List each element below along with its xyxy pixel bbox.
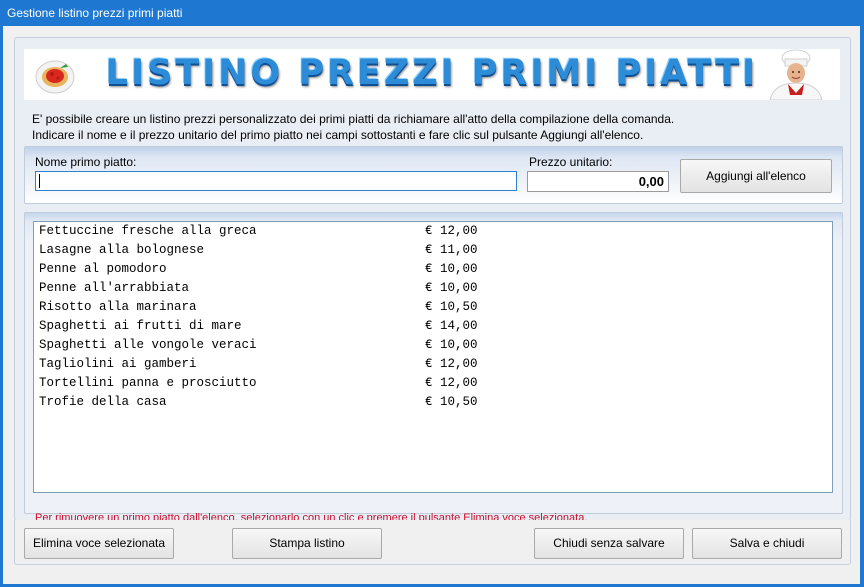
list-item-price: € 10,50 (425, 395, 478, 409)
print-list-button[interactable]: Stampa listino (232, 528, 382, 559)
dish-name-label: Nome primo piatto: (35, 155, 137, 169)
instructions-line-1: E' possibile creare un listino prezzi pe… (32, 112, 675, 126)
list-item-name: Spaghetti alle vongole veraci (39, 338, 257, 352)
close-without-saving-button[interactable]: Chiudi senza salvare (534, 528, 684, 559)
list-item-name: Penne al pomodoro (39, 262, 167, 276)
dish-name-input[interactable] (35, 171, 517, 191)
instructions-line-2: Indicare il nome e il prezzo unitario de… (32, 128, 644, 142)
list-item-price: € 10,00 (425, 281, 478, 295)
price-list-panel: Fettuccine fresche alla greca € 12,00 La… (24, 212, 843, 514)
app-window: Gestione listino prezzi primi piatti LIS… (0, 0, 864, 587)
list-item-price: € 12,00 (425, 357, 478, 371)
delete-selected-button[interactable]: Elimina voce selezionata (24, 528, 174, 559)
list-item-name: Fettuccine fresche alla greca (39, 224, 257, 238)
list-item-price: € 12,00 (425, 376, 478, 390)
window-title: Gestione listino prezzi primi piatti (7, 6, 183, 20)
list-item-name: Lasagne alla bolognese (39, 243, 205, 257)
save-and-close-button[interactable]: Salva e chiudi (692, 528, 842, 559)
client-area: LISTINO PREZZI PRIMI PIATTI E' possibile… (3, 26, 860, 584)
list-item-price: € 12,00 (425, 224, 478, 238)
list-item-name: Penne all'arrabbiata (39, 281, 190, 295)
banner-title: LISTINO PREZZI PRIMI PIATTI (105, 53, 759, 93)
list-item-price: € 11,00 (425, 243, 478, 257)
banner: LISTINO PREZZI PRIMI PIATTI (24, 49, 840, 100)
price-list[interactable]: Fettuccine fresche alla greca € 12,00 La… (33, 221, 833, 493)
add-item-form: Nome primo piatto: Prezzo unitario: 0,00… (24, 146, 843, 204)
title-bar[interactable]: Gestione listino prezzi primi piatti (0, 0, 864, 26)
content-panel: LISTINO PREZZI PRIMI PIATTI E' possibile… (14, 37, 851, 524)
unit-price-input[interactable]: 0,00 (527, 171, 669, 192)
list-item-price: € 10,00 (425, 338, 478, 352)
list-item-name: Tortellini panna e prosciutto (39, 376, 257, 390)
list-item-price: € 10,50 (425, 300, 478, 314)
text-caret (39, 174, 40, 188)
list-item-name: Risotto alla marinara (39, 300, 197, 314)
chef-icon (769, 49, 823, 100)
list-item-price: € 14,00 (425, 319, 478, 333)
unit-price-label: Prezzo unitario: (529, 155, 613, 169)
list-item-name: Tagliolini ai gamberi (39, 357, 197, 371)
add-to-list-button[interactable]: Aggiungi all'elenco (680, 159, 832, 193)
list-item-name: Spaghetti ai frutti di mare (39, 319, 242, 333)
list-item-name: Trofie della casa (39, 395, 167, 409)
list-item-price: € 10,00 (425, 262, 478, 276)
